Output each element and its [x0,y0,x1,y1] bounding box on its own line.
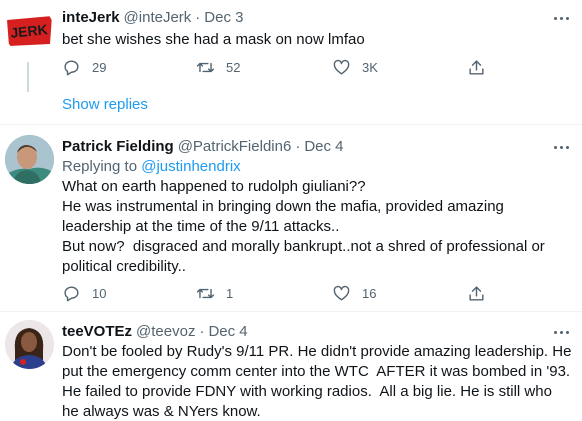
retweet-button[interactable]: 52 [196,58,240,77]
timestamp[interactable]: Dec 4 [208,322,247,342]
share-button[interactable] [467,58,486,77]
more-icon[interactable] [552,324,572,340]
tweet-intejerk[interactable]: JERK inteJerk @inteJerk · Dec 3 bet she … [0,0,582,124]
tweet-text: Don't be fooled by Rudy's 9/11 PR. He di… [62,343,572,420]
more-icon[interactable] [552,139,572,155]
retweet-icon [196,62,215,73]
reply-button[interactable]: 10 [62,284,106,303]
retweet-count: 1 [226,286,234,301]
display-name[interactable]: teeVOTEz [62,322,132,342]
like-button[interactable]: 16 [332,284,376,303]
heart-icon [333,285,350,301]
reply-count: 29 [92,60,107,75]
handle[interactable]: @PatrickFieldin6 [178,137,292,157]
retweet-count: 52 [226,60,241,75]
tweet-text: What on earth happened to rudolph giulia… [62,178,545,275]
timestamp[interactable]: Dec 4 [304,137,343,157]
avatar[interactable] [5,135,54,184]
retweet-icon [196,288,215,299]
heart-icon [333,59,350,75]
replying-to-label: Replying to [62,158,142,175]
reply-button[interactable]: 29 [62,58,106,77]
retweet-button[interactable]: 1 [196,284,233,303]
handle[interactable]: @inteJerk [124,8,192,28]
share-button[interactable] [467,284,486,303]
reply-icon [64,60,79,76]
timestamp[interactable]: Dec 3 [204,8,243,28]
show-replies-link[interactable]: Show replies [62,96,148,113]
tweet-teevotez[interactable]: teeVOTEz @teevoz · Dec 4 Don't be fooled… [0,312,582,421]
like-count: 16 [362,286,377,301]
share-icon [469,286,484,301]
separator: · [295,138,301,155]
tweet-text: bet she wishes she had a mask on now lmf… [62,31,365,48]
replying-to-handle[interactable]: @justinhendrix [141,158,240,175]
avatar[interactable] [5,320,54,369]
replying-to: Replying to @justinhendrix [62,157,572,177]
thread-line [27,62,29,92]
reply-icon [64,286,79,302]
display-name[interactable]: Patrick Fielding [62,137,174,157]
like-button[interactable]: 3K [332,58,378,77]
separator: · [195,9,201,26]
share-icon [469,60,484,75]
like-count: 3K [362,60,378,75]
handle[interactable]: @teevoz [136,322,195,342]
tweet-patrick-fielding[interactable]: Patrick Fielding @PatrickFieldin6 · Dec … [0,125,582,311]
separator: · [199,323,205,340]
reply-count: 10 [92,286,107,301]
display-name[interactable]: inteJerk [62,8,120,28]
avatar[interactable]: JERK [5,6,54,55]
more-icon[interactable] [552,10,572,26]
